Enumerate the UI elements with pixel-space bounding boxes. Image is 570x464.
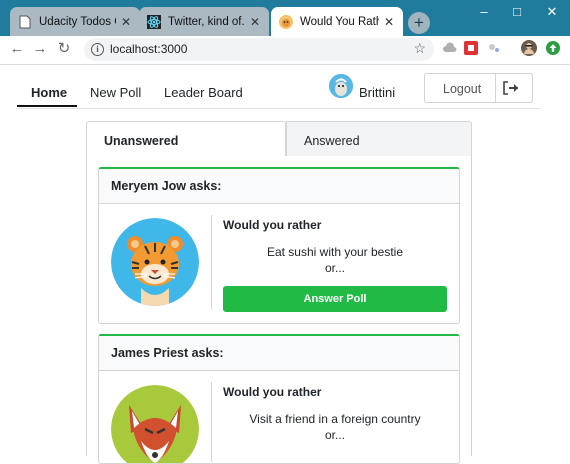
would-you-rather-label: Would you rather xyxy=(223,218,322,232)
option-text: Visit a friend in a foreign country xyxy=(249,412,421,426)
tab-unanswered-label: Unanswered xyxy=(104,134,179,148)
browser-toolbar: ← → ↻ i localhost:3000 ☆ xyxy=(0,36,570,65)
back-icon[interactable]: ← xyxy=(8,40,26,58)
or-text: or... xyxy=(324,261,345,275)
url-text: localhost:3000 xyxy=(110,42,188,56)
close-tab-icon[interactable]: ✕ xyxy=(120,15,132,29)
update-arrow-icon[interactable] xyxy=(546,41,560,55)
tab-unanswered[interactable]: Unanswered xyxy=(86,121,286,157)
tiger-avatar xyxy=(111,218,199,306)
browser-titlebar: Udacity Todos Goals ✕ Twitter, kind of. … xyxy=(0,0,570,36)
answer-poll-button[interactable]: Answer Poll xyxy=(223,286,447,312)
card-divider xyxy=(211,382,212,462)
question-tabs: Unanswered Answered xyxy=(86,121,472,157)
profile-avatar-icon[interactable] xyxy=(521,40,537,56)
author-asks: Meryem Jow asks: xyxy=(111,179,222,193)
active-nav-underline xyxy=(17,105,77,107)
nav-leader-board[interactable]: Leader Board xyxy=(164,85,243,100)
close-tab-icon[interactable]: ✕ xyxy=(249,15,261,29)
minimize-button[interactable]: – xyxy=(475,4,493,19)
logout-button[interactable]: Logout xyxy=(424,73,533,103)
question-card: Meryem Jow asks: Would you rather Eat su… xyxy=(98,167,460,324)
nav-home[interactable]: Home xyxy=(31,85,67,100)
logout-label: Logout xyxy=(443,82,482,96)
info-icon[interactable]: i xyxy=(91,43,104,56)
tab-title: Twitter, kind of. xyxy=(168,15,245,28)
option-text: Eat sushi with your bestie xyxy=(266,245,404,259)
question-card: James Priest asks: Would you rather Visi… xyxy=(98,334,460,464)
browser-tab-twitter[interactable]: Twitter, kind of. ✕ xyxy=(139,7,269,36)
user-name: Brittini xyxy=(359,85,396,100)
app-avatar-icon xyxy=(279,14,293,29)
card-header: Meryem Jow asks: xyxy=(99,169,459,204)
extension-red-icon[interactable] xyxy=(464,41,478,55)
tab-title: Would You Rather Ga xyxy=(300,15,379,28)
logout-divider xyxy=(495,74,496,102)
tab-answered[interactable]: Answered xyxy=(286,121,472,157)
card-divider xyxy=(211,215,212,309)
close-window-button[interactable]: ✕ xyxy=(543,4,561,20)
forward-icon[interactable]: → xyxy=(31,40,49,58)
browser-tab-would-you-rather[interactable]: Would You Rather Ga ✕ xyxy=(271,7,403,36)
address-bar[interactable]: i localhost:3000 ☆ xyxy=(84,38,434,61)
card-header: James Priest asks: xyxy=(99,336,459,371)
bookmark-star-icon[interactable]: ☆ xyxy=(413,40,426,57)
new-tab-button[interactable]: + xyxy=(408,12,430,34)
browser-tab-udacity-todos[interactable]: Udacity Todos Goals ✕ xyxy=(10,7,140,36)
close-tab-icon[interactable]: ✕ xyxy=(383,15,395,29)
author-asks: James Priest asks: xyxy=(111,346,224,360)
extension-cloud-icon[interactable] xyxy=(443,41,457,55)
sign-out-icon xyxy=(503,81,518,95)
main-nav: Home New Poll Leader Board Brittini Logo… xyxy=(17,70,540,109)
fox-avatar xyxy=(111,385,199,463)
would-you-rather-label: Would you rather xyxy=(223,385,322,399)
maximize-button[interactable]: □ xyxy=(508,4,526,19)
tab-title: Udacity Todos Goals xyxy=(39,15,116,28)
page-icon xyxy=(18,15,32,29)
tab-answered-label: Answered xyxy=(304,134,360,148)
reload-icon[interactable]: ↻ xyxy=(55,40,73,58)
nav-new-poll[interactable]: New Poll xyxy=(90,85,141,100)
extension-puzzle-icon[interactable] xyxy=(487,41,501,55)
react-icon xyxy=(147,14,161,29)
user-avatar xyxy=(329,74,353,98)
or-text: or... xyxy=(324,428,345,442)
